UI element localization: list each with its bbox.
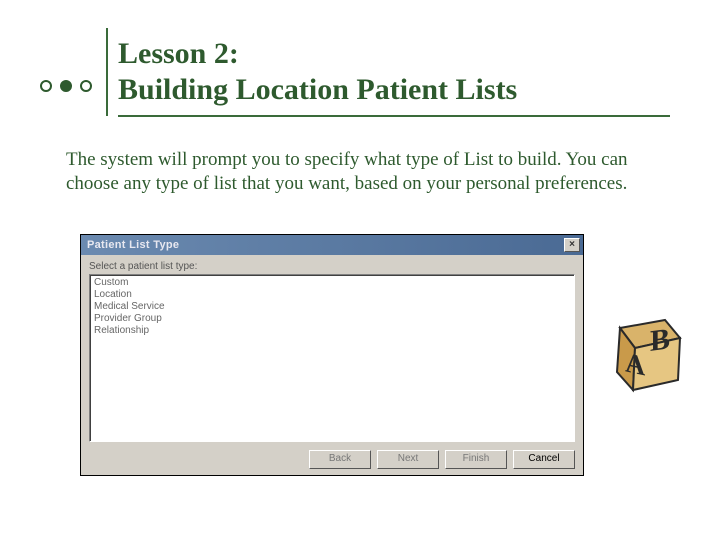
title-line-1: Lesson 2:	[118, 36, 517, 72]
dialog-body: Select a patient list type: Custom Locat…	[81, 255, 583, 442]
bullet-dots	[40, 80, 92, 92]
title-line-2: Building Location Patient Lists	[118, 72, 517, 108]
list-item[interactable]: Provider Group	[94, 313, 570, 325]
close-button[interactable]: ×	[564, 238, 580, 252]
letter-a: A	[625, 348, 646, 383]
dot-icon	[40, 80, 52, 92]
slide-header: Lesson 2: Building Location Patient List…	[40, 28, 517, 116]
list-type-listbox[interactable]: Custom Location Medical Service Provider…	[89, 274, 575, 442]
dot-filled-icon	[60, 80, 72, 92]
dialog-button-row: Back Next Finish Cancel	[309, 450, 575, 469]
horizontal-divider	[118, 115, 670, 117]
list-item[interactable]: Relationship	[94, 325, 570, 337]
list-item[interactable]: Medical Service	[94, 301, 570, 313]
letter-b: B	[650, 321, 670, 358]
next-button[interactable]: Next	[377, 450, 439, 469]
vertical-divider	[106, 28, 108, 116]
patient-list-type-dialog: Patient List Type × Select a patient lis…	[80, 234, 584, 476]
body-paragraph: The system will prompt you to specify wh…	[66, 148, 650, 196]
cancel-button[interactable]: Cancel	[513, 450, 575, 469]
list-item[interactable]: Custom	[94, 277, 570, 289]
finish-button[interactable]: Finish	[445, 450, 507, 469]
abc-block-illustration: A B	[600, 298, 690, 398]
dot-icon	[80, 80, 92, 92]
back-button[interactable]: Back	[309, 450, 371, 469]
select-label: Select a patient list type:	[89, 261, 575, 272]
dialog-title: Patient List Type	[87, 239, 179, 251]
title-block: Lesson 2: Building Location Patient List…	[118, 36, 517, 108]
list-item[interactable]: Location	[94, 289, 570, 301]
dialog-titlebar: Patient List Type ×	[81, 235, 583, 255]
